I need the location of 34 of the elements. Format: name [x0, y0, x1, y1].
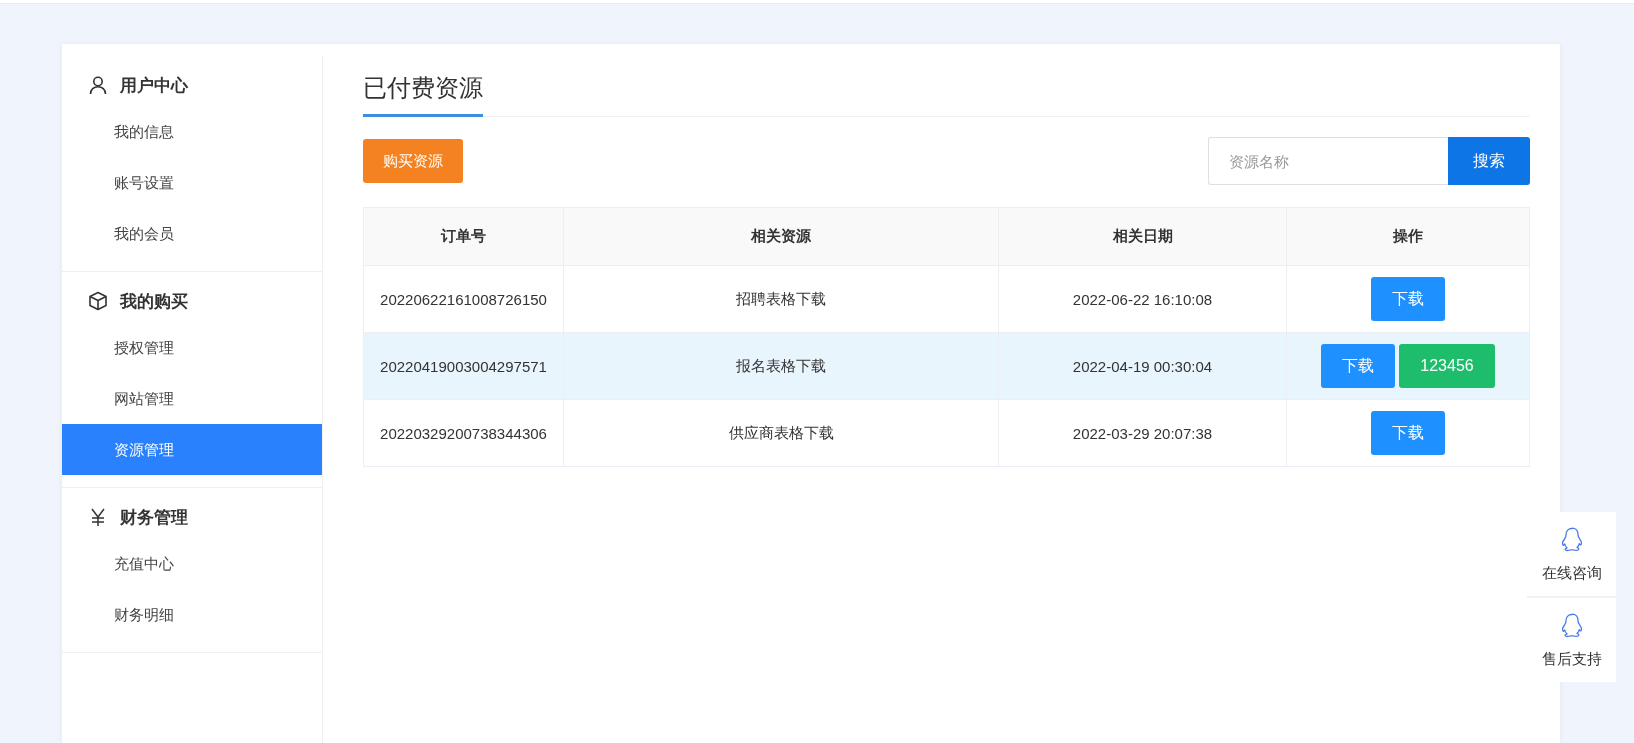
cube-icon: [88, 291, 108, 311]
sidebar-group-title: 用户中心: [120, 74, 188, 97]
yen-icon: [88, 507, 108, 527]
sidebar-group-title: 财务管理: [120, 506, 188, 529]
sidebar-item[interactable]: 我的信息: [62, 106, 322, 157]
table-cell: 2022-06-22 16:10:08: [998, 265, 1287, 333]
user-icon: [88, 75, 108, 95]
search-field[interactable]: 资源名称: [1208, 137, 1448, 185]
sidebar-item[interactable]: 财务明细: [62, 589, 322, 640]
column-header: 相关资源: [563, 207, 999, 266]
penguin-icon: [1559, 525, 1584, 554]
sidebar-item[interactable]: 网站管理: [62, 373, 322, 424]
column-header: 操作: [1286, 207, 1530, 266]
table-cell: 2022-04-19 00:30:04: [998, 332, 1287, 400]
column-header: 相关日期: [998, 207, 1287, 266]
support-button[interactable]: 售后支持: [1527, 598, 1616, 682]
search-button[interactable]: 搜索: [1448, 137, 1530, 185]
sidebar-item[interactable]: 账号设置: [62, 157, 322, 208]
support-button[interactable]: 在线咨询: [1527, 512, 1616, 596]
table-cell: 20220419003004297571: [363, 332, 564, 400]
column-header: 订单号: [363, 207, 564, 266]
table-cell: 2022-03-29 20:07:38: [998, 399, 1287, 467]
sidebar-item[interactable]: 我的会员: [62, 208, 322, 259]
table-cell: 20220622161008726150: [363, 265, 564, 333]
sidebar-item[interactable]: 资源管理: [62, 424, 322, 475]
sidebar-item[interactable]: 授权管理: [62, 322, 322, 373]
table-cell: 供应商表格下载: [563, 399, 999, 467]
sidebar-group-title: 我的购买: [120, 290, 188, 313]
page-title-tab[interactable]: 已付费资源: [363, 72, 483, 117]
table-cell: 20220329200738344306: [363, 399, 564, 467]
penguin-icon: [1559, 611, 1584, 640]
table-cell: 报名表格下载: [563, 332, 999, 400]
sidebar-item[interactable]: 充值中心: [62, 538, 322, 589]
table-cell: 招聘表格下载: [563, 265, 999, 333]
